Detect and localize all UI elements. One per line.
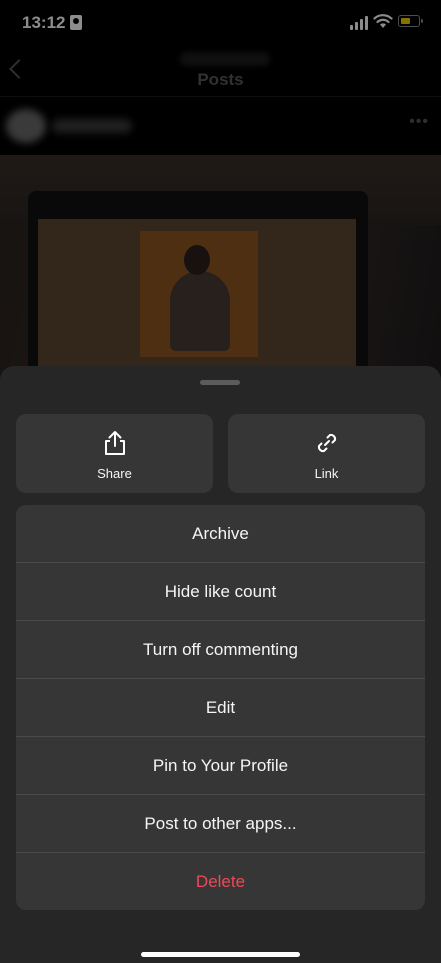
edit-option[interactable]: Edit (16, 679, 425, 737)
options-sheet: Share Link Archive Hide like count Turn … (0, 366, 441, 963)
pin-to-profile-option[interactable]: Pin to Your Profile (16, 737, 425, 795)
link-button[interactable]: Link (228, 414, 425, 493)
share-icon (104, 431, 125, 455)
delete-option[interactable]: Delete (16, 853, 425, 910)
hide-like-count-option[interactable]: Hide like count (16, 563, 425, 621)
link-icon (317, 433, 336, 453)
archive-option[interactable]: Archive (16, 505, 425, 563)
share-label: Share (97, 466, 132, 481)
options-list: Archive Hide like count Turn off comment… (16, 505, 425, 910)
share-button[interactable]: Share (16, 414, 213, 493)
turn-off-commenting-option[interactable]: Turn off commenting (16, 621, 425, 679)
home-indicator[interactable] (141, 952, 300, 957)
post-to-other-apps-option[interactable]: Post to other apps... (16, 795, 425, 853)
link-label: Link (314, 466, 339, 481)
sheet-grabber[interactable] (200, 380, 240, 385)
